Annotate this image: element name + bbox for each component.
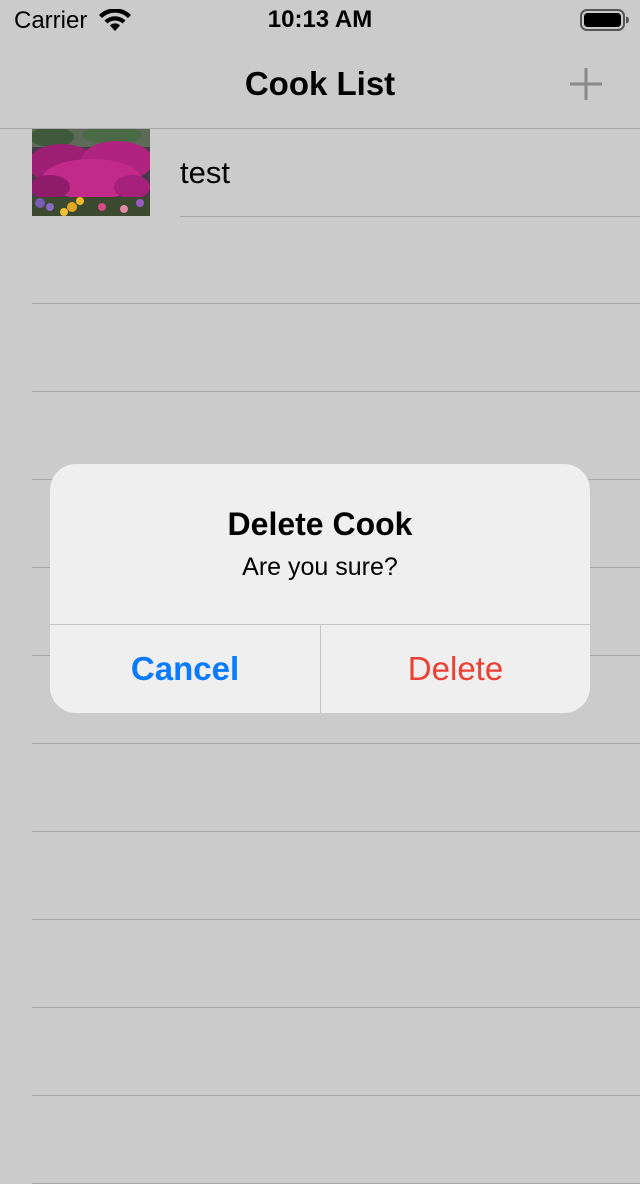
cook-name: test	[180, 155, 230, 190]
empty-row	[32, 1008, 640, 1096]
empty-row	[32, 1096, 640, 1184]
empty-row	[32, 920, 640, 1008]
table-row[interactable]: test	[0, 126, 640, 217]
delete-alert-dialog: Delete Cook Are you sure? Cancel Delete	[50, 464, 590, 713]
navigation-bar: Cook List	[0, 40, 640, 129]
empty-row	[32, 304, 640, 392]
delete-button[interactable]: Delete	[321, 625, 590, 713]
empty-row	[32, 216, 640, 304]
cancel-button[interactable]: Cancel	[50, 625, 320, 713]
add-cook-button[interactable]	[562, 60, 610, 108]
alert-title: Delete Cook	[227, 506, 413, 542]
cook-thumbnail	[28, 126, 153, 216]
empty-row	[32, 832, 640, 920]
battery-full-icon	[580, 9, 630, 31]
page-title: Cook List	[244, 65, 396, 102]
plus-icon	[562, 68, 610, 112]
empty-row	[32, 744, 640, 832]
clock: 10:13 AM	[267, 6, 373, 33]
status-bar: Carrier 10:13 AM	[0, 0, 640, 40]
alert-message: Are you sure?	[242, 553, 398, 581]
